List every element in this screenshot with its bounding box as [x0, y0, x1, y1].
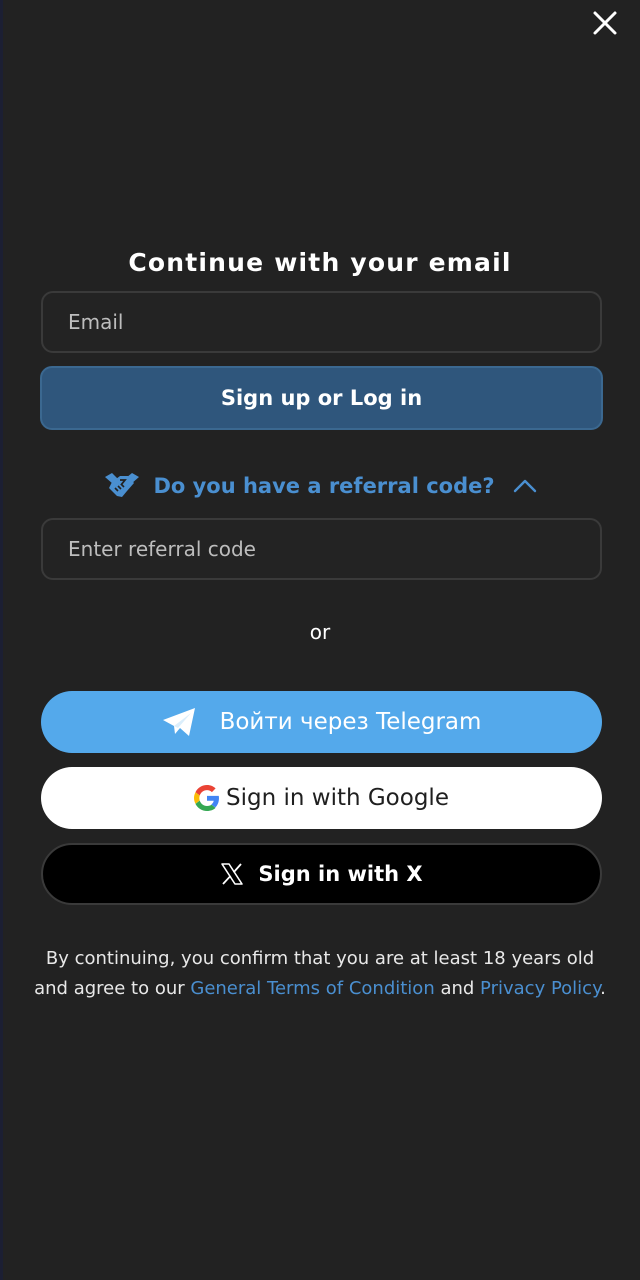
email-field-container: [41, 291, 602, 353]
x-logo-icon: [220, 862, 244, 886]
disclaimer-text-after: .: [600, 978, 606, 999]
sign-up-or-log-in-label: Sign up or Log in: [220, 386, 423, 410]
x-sign-in-button[interactable]: Sign in with X: [41, 843, 602, 905]
referral-code-input[interactable]: [43, 520, 600, 578]
or-divider-label: or: [309, 620, 331, 644]
privacy-policy-link[interactable]: Privacy Policy: [480, 978, 600, 999]
telegram-icon: [162, 707, 198, 737]
google-sign-in-label: Sign in with Google: [226, 785, 449, 811]
email-field[interactable]: [43, 293, 600, 351]
general-terms-link[interactable]: General Terms of Condition: [190, 978, 434, 999]
referral-field-container: [41, 518, 602, 580]
terms-disclaimer: By continuing, you confirm that you are …: [30, 944, 610, 1004]
handshake-icon: [103, 471, 141, 501]
referral-toggle-label: Do you have a referral code?: [153, 474, 495, 498]
google-sign-in-button[interactable]: Sign in with Google: [41, 767, 602, 829]
sign-up-or-log-in-button[interactable]: Sign up or Log in: [40, 366, 603, 430]
disclaimer-text-middle: and: [434, 978, 481, 999]
close-icon: [593, 11, 617, 35]
telegram-login-button[interactable]: Войти через Telegram: [41, 691, 602, 753]
telegram-login-label: Войти через Telegram: [219, 709, 482, 735]
referral-code-toggle[interactable]: Do you have a referral code?: [0, 466, 640, 506]
x-sign-in-label: Sign in with X: [258, 862, 423, 886]
chevron-up-icon: [513, 478, 537, 494]
google-icon: [194, 785, 220, 811]
page-title: Continue with your email: [128, 248, 512, 277]
close-button[interactable]: [588, 6, 622, 40]
